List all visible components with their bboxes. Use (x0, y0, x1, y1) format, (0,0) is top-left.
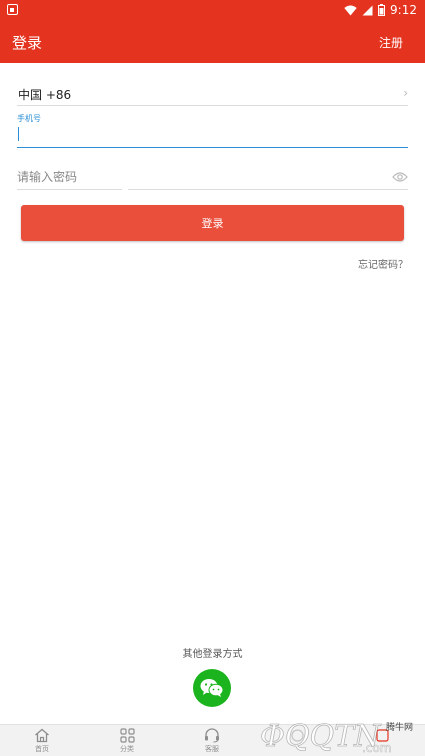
nav-item-unknown-2[interactable] (362, 728, 402, 744)
phone-field-label: 手机号 (17, 114, 41, 123)
password-underline-left (17, 189, 122, 190)
login-button[interactable]: 登录 (21, 205, 404, 241)
register-button[interactable]: 注册 (379, 34, 403, 51)
nav-item-unknown[interactable] (277, 728, 317, 744)
app-notification-icon (7, 4, 18, 15)
phone-field-container (17, 124, 408, 148)
phone-input[interactable] (17, 124, 408, 147)
password-field-container (17, 166, 408, 190)
eye-icon[interactable] (392, 171, 408, 183)
other-login-label: 其他登录方式 (182, 649, 243, 660)
country-code-label: 中国 +86 (18, 88, 72, 102)
status-bar: 9:12 (0, 0, 425, 22)
bottom-nav: 首页 分类 客服 (0, 724, 425, 756)
battery-icon (378, 4, 386, 16)
nav-item-category[interactable]: 分类 (107, 728, 147, 754)
country-code-selector[interactable]: 中国 +86 › (17, 84, 408, 106)
text-cursor (18, 127, 19, 141)
nav-label-category: 分类 (120, 745, 134, 753)
password-input[interactable] (17, 166, 377, 188)
grid-icon (119, 728, 135, 743)
headset-icon (205, 728, 219, 743)
wechat-icon (200, 679, 224, 697)
wifi-icon (344, 5, 357, 15)
app-bar: 登录 注册 (0, 22, 425, 63)
nav-label-home: 首页 (35, 745, 49, 753)
forgot-password-link[interactable]: 忘记密码？ (358, 256, 408, 271)
chevron-right-icon: › (403, 86, 408, 100)
login-button-label: 登录 (201, 217, 224, 230)
status-indicators: 9:12 (344, 3, 417, 17)
status-time: 9:12 (390, 3, 417, 17)
nav-placeholder-icon (290, 729, 304, 742)
nav-item-service[interactable]: 客服 (192, 728, 232, 754)
wechat-login-button[interactable] (193, 669, 231, 707)
page-title: 登录 (12, 34, 43, 52)
password-underline-right (128, 189, 408, 190)
nav-label-service: 客服 (205, 745, 219, 753)
nav-item-home[interactable]: 首页 (22, 728, 62, 754)
signal-icon (362, 5, 373, 15)
nav-placeholder-icon (375, 729, 389, 742)
home-icon (35, 728, 49, 743)
